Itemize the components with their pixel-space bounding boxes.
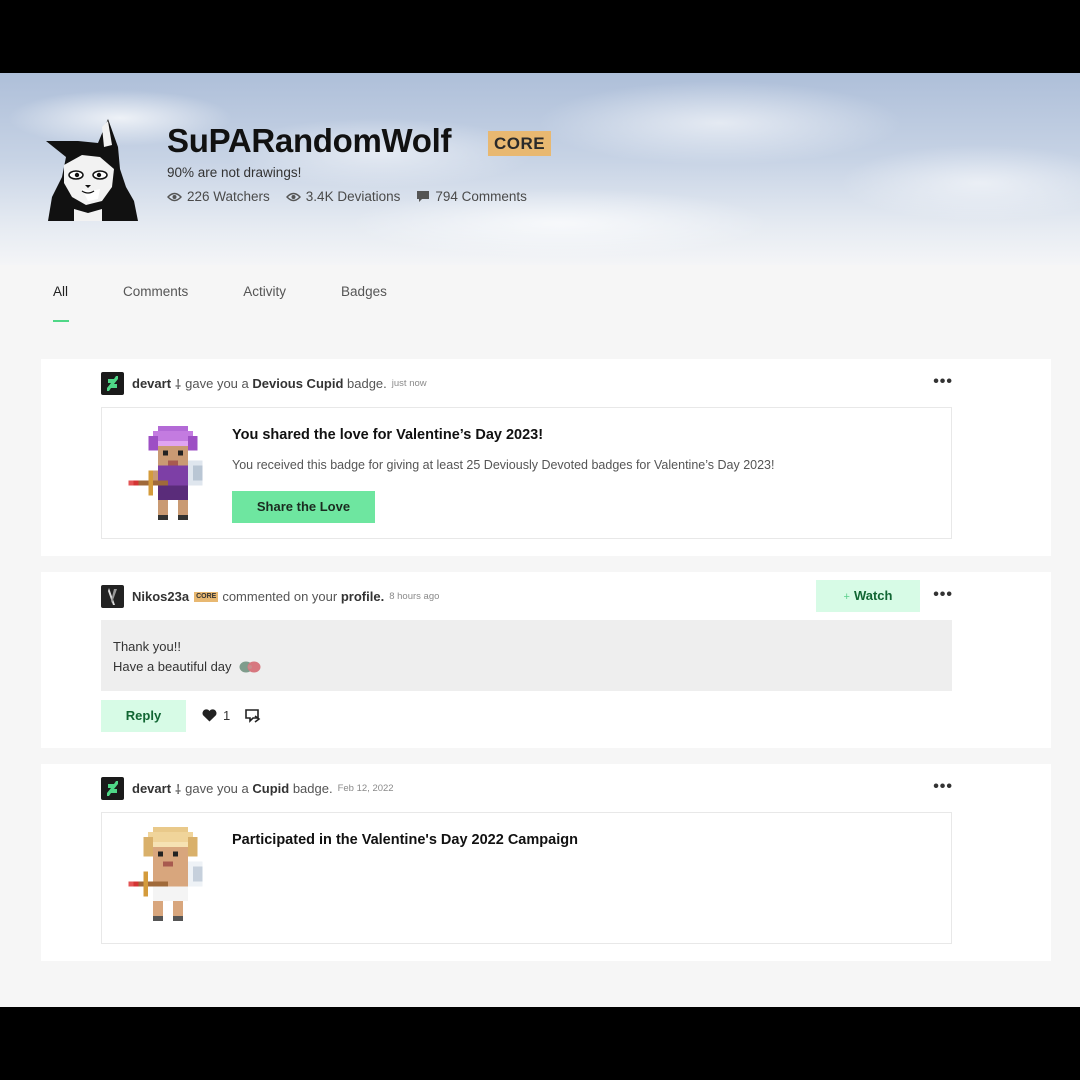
- comment-line: Have a beautiful day: [113, 659, 232, 674]
- badge-name[interactable]: Cupid: [252, 781, 289, 796]
- feed-action-text: gave you a: [185, 376, 249, 391]
- core-membership-badge[interactable]: CORE: [488, 131, 552, 156]
- badge-name[interactable]: Devious Cupid: [252, 376, 343, 391]
- feed-user-name[interactable]: Nikos23a: [132, 589, 189, 604]
- feed-item-badge: devart ⸸ gave you a Devious Cupid badge.…: [41, 359, 1051, 556]
- deviantart-logo-icon[interactable]: [101, 372, 124, 395]
- eye-icon: [285, 192, 301, 201]
- reply-button[interactable]: Reply: [101, 700, 186, 732]
- feed-action-suffix: badge.: [347, 376, 387, 391]
- deviantart-symbol-icon: ⸸: [175, 781, 182, 797]
- heart-icon: [202, 709, 217, 722]
- watchers-count: 226 Watchers: [187, 189, 270, 204]
- badge-box: Participated in the Valentine's Day 2022…: [101, 812, 952, 944]
- avatar[interactable]: [42, 117, 140, 221]
- comments-stat[interactable]: 794 Comments: [416, 189, 527, 204]
- deviantart-logo-icon[interactable]: [101, 777, 124, 800]
- plus-icon: +: [843, 591, 850, 603]
- letterbox-top: [0, 0, 1080, 73]
- badge-title: Participated in the Valentine's Day 2022…: [232, 832, 578, 848]
- like-count: 1: [223, 708, 231, 723]
- share-the-love-button[interactable]: Share the Love: [232, 491, 375, 523]
- letterbox-bottom: [0, 1007, 1080, 1080]
- feed-user-name[interactable]: devart: [132, 376, 171, 391]
- badge-box: You shared the love for Valentine’s Day …: [101, 407, 952, 539]
- more-options-icon[interactable]: •••: [933, 586, 953, 604]
- eye-icon: [167, 192, 182, 201]
- feed-action-text: gave you a: [185, 781, 249, 796]
- comment-target-link[interactable]: profile.: [341, 589, 384, 604]
- devious-cupid-badge-image: [128, 426, 203, 520]
- deviations-stat[interactable]: 3.4K Deviations: [285, 189, 401, 204]
- user-core-badge: CORE: [194, 591, 219, 602]
- feed-item-header: devart ⸸ gave you a Devious Cupid badge.…: [101, 372, 427, 395]
- reply-thread-icon[interactable]: [244, 708, 261, 723]
- profile-tagline: 90% are not drawings!: [167, 165, 302, 180]
- deviations-count: 3.4K Deviations: [305, 189, 401, 204]
- watch-button[interactable]: + Watch: [816, 580, 920, 612]
- badge-title: You shared the love for Valentine’s Day …: [232, 427, 544, 443]
- profile-stats: 226 Watchers 3.4K Deviations 794 Comment…: [167, 189, 527, 204]
- tab-all[interactable]: All: [53, 284, 70, 324]
- feed-action-suffix: badge.: [292, 781, 333, 796]
- watchers-stat[interactable]: 226 Watchers: [167, 189, 270, 204]
- comment-line: Thank you!!: [113, 639, 181, 654]
- feed-item-header: Nikos23a CORE commented on your profile.…: [101, 585, 439, 608]
- tab-badges[interactable]: Badges: [341, 284, 387, 324]
- feed-item-comment: Nikos23a CORE commented on your profile.…: [41, 572, 1051, 748]
- profile-username[interactable]: SuPARandomWolf: [167, 122, 452, 160]
- tab-comments[interactable]: Comments: [123, 284, 188, 324]
- comment-body: Thank you!! Have a beautiful day: [101, 620, 952, 691]
- profile-tabs: All Comments Activity Badges: [53, 284, 442, 324]
- more-options-icon[interactable]: •••: [933, 373, 953, 391]
- deviantart-symbol-icon: ⸸: [175, 376, 182, 392]
- profile-page: SuPARandomWolf CORE 90% are not drawings…: [0, 73, 1080, 1007]
- feed-action-text: commented on your: [222, 589, 338, 604]
- more-options-icon[interactable]: •••: [933, 778, 953, 796]
- comment-line-with-emoji: Have a beautiful day: [113, 657, 940, 677]
- feed-time: just now: [391, 378, 427, 389]
- badge-description: You received this badge for giving at le…: [232, 458, 775, 472]
- watch-label: Watch: [853, 588, 893, 603]
- like-button[interactable]: 1: [202, 708, 230, 723]
- feed-item-header: devart ⸸ gave you a Cupid badge. Feb 12,…: [101, 777, 394, 800]
- feed-time: 8 hours ago: [389, 591, 440, 602]
- cupid-badge-image: [128, 827, 203, 921]
- comments-count: 794 Comments: [435, 189, 527, 204]
- feed-user-name[interactable]: devart: [132, 781, 171, 796]
- profile-banner: SuPARandomWolf CORE 90% are not drawings…: [0, 73, 1080, 265]
- feed-item-badge: devart ⸸ gave you a Cupid badge. Feb 12,…: [41, 764, 1051, 961]
- flower-emoji-icon: [239, 661, 261, 673]
- tab-activity[interactable]: Activity: [243, 284, 286, 324]
- user-avatar[interactable]: [101, 585, 124, 608]
- comment-bubble-icon: [417, 191, 430, 202]
- feed-time: Feb 12, 2022: [337, 783, 394, 794]
